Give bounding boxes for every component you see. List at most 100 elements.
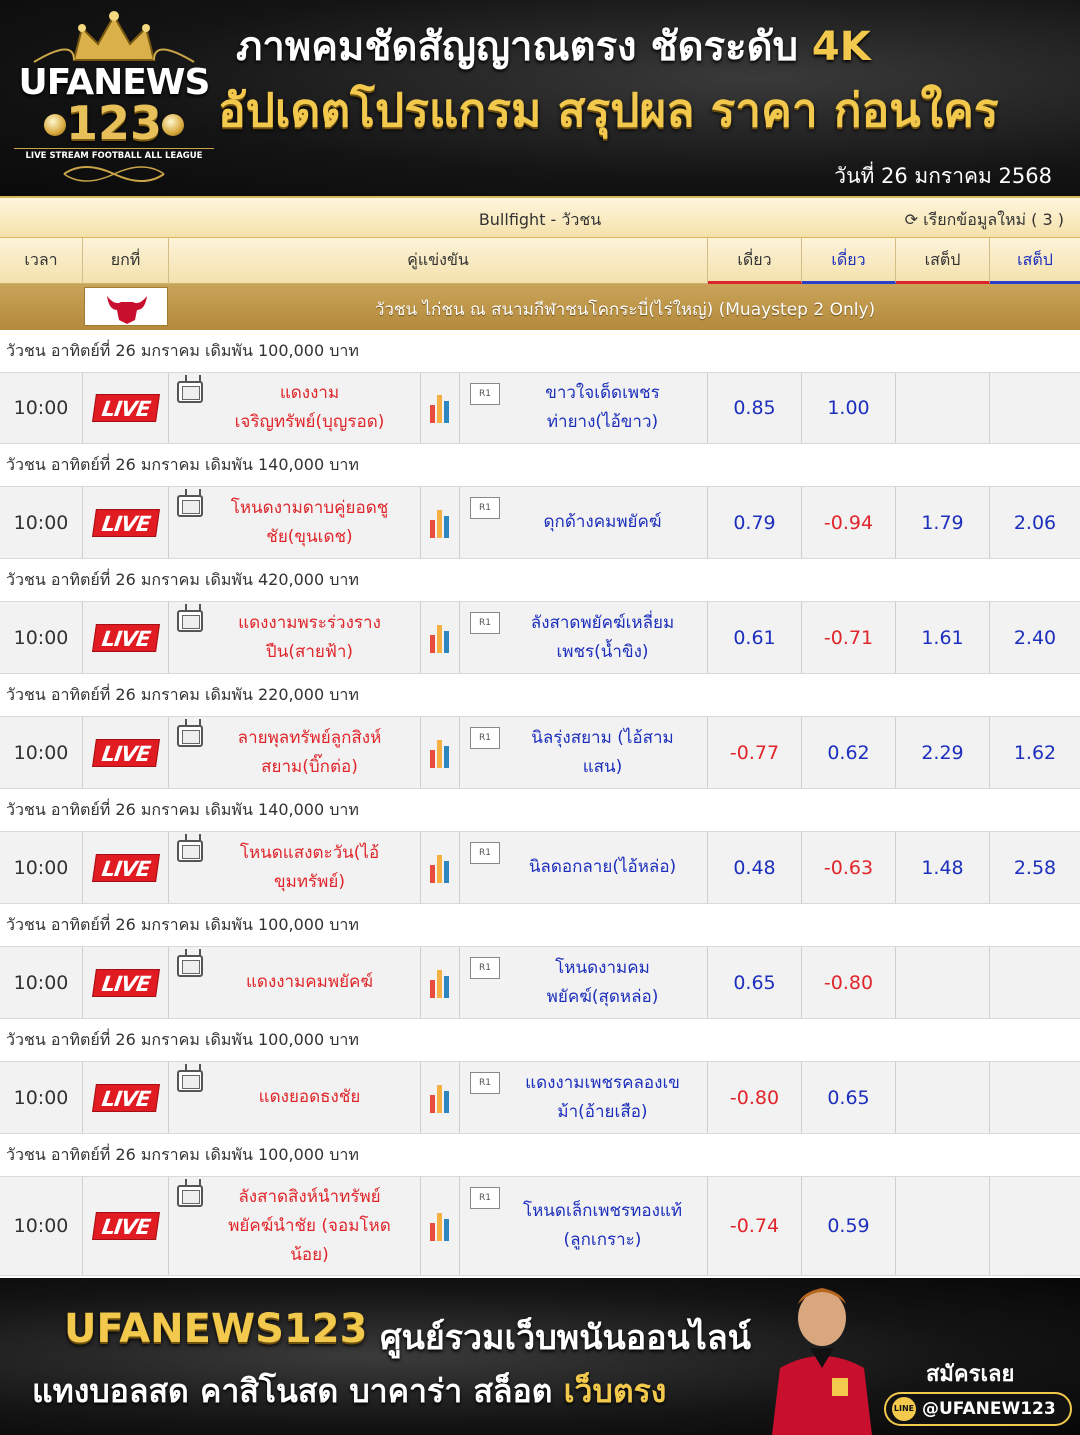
home-team-name[interactable]: แดงงามคมพยัคฆ์ bbox=[207, 947, 412, 1018]
odds-single-2[interactable]: -0.63 bbox=[802, 832, 896, 903]
odds-single-2[interactable]: -0.71 bbox=[802, 602, 896, 673]
live-button[interactable]: LIVE bbox=[91, 394, 160, 422]
site-logo[interactable]: UFANEWS 123 LIVE STREAM FOOTBALL ALL LEA… bbox=[14, 8, 214, 188]
stats-cell bbox=[421, 373, 460, 443]
table-title-bar: Bullfight - วัวชน ⟳ เรียกข้อมูลใหม่ ( 3 … bbox=[0, 196, 1080, 238]
odds-step-1[interactable] bbox=[896, 947, 990, 1018]
stats-bar bbox=[437, 1084, 442, 1113]
stats-cell bbox=[421, 1062, 460, 1133]
r1-icon[interactable]: R1 bbox=[470, 383, 500, 405]
stats-chart-icon[interactable] bbox=[430, 738, 450, 768]
logo-number: 123 bbox=[65, 96, 163, 150]
home-team-name[interactable]: ลายพุลทรัพย์ลูกสิงห์ สยาม(บิ๊กต่อ) bbox=[207, 717, 412, 788]
odds-single-2[interactable]: 0.65 bbox=[802, 1062, 896, 1133]
away-team-name[interactable]: แดงงามเพชรคลองเข ม้า(อ้ายเสือ) bbox=[506, 1062, 699, 1133]
line-contact-button[interactable]: LINE @UFANEW123 bbox=[884, 1392, 1072, 1426]
bet-date-label: วัวชน อาทิตย์ที่ 26 มกราคม เดิมพัน 100,0… bbox=[0, 330, 1080, 372]
stats-bar bbox=[430, 1094, 435, 1113]
stats-chart-icon[interactable] bbox=[430, 508, 450, 538]
tv-icon[interactable] bbox=[177, 725, 203, 747]
home-team-name[interactable]: แดงงามพระร่วงราง ปืน(สายฟ้า) bbox=[207, 602, 412, 673]
odds-single-1[interactable]: -0.74 bbox=[708, 1177, 802, 1275]
r1-icon[interactable]: R1 bbox=[470, 1187, 500, 1209]
stats-chart-icon[interactable] bbox=[430, 393, 450, 423]
odds-step-1[interactable]: 1.79 bbox=[896, 487, 990, 558]
stats-bar bbox=[437, 739, 442, 768]
odds-step-2[interactable]: 2.58 bbox=[990, 832, 1080, 903]
home-team-name[interactable]: โหนดแสงตะวัน(ไอ้ ขุมทรัพย์) bbox=[207, 832, 412, 903]
odds-step-2[interactable] bbox=[990, 1177, 1080, 1275]
home-team-name[interactable]: โหนดงามดาบคู่ยอดชู ชัย(ขุนเดช) bbox=[207, 487, 412, 558]
odds-single-2[interactable]: 0.59 bbox=[802, 1177, 896, 1275]
tv-icon[interactable] bbox=[177, 1070, 203, 1092]
tv-icon[interactable] bbox=[177, 1185, 203, 1207]
odds-single-2[interactable]: -0.80 bbox=[802, 947, 896, 1018]
odds-single-2[interactable]: 0.62 bbox=[802, 717, 896, 788]
odds-step-1[interactable] bbox=[896, 373, 990, 443]
r1-icon[interactable]: R1 bbox=[470, 727, 500, 749]
odds-single-1[interactable]: 0.61 bbox=[708, 602, 802, 673]
stats-chart-icon[interactable] bbox=[430, 853, 450, 883]
odds-step-2[interactable]: 1.62 bbox=[990, 717, 1080, 788]
live-button[interactable]: LIVE bbox=[91, 738, 160, 767]
bet-date-label: วัวชน อาทิตย์ที่ 26 มกราคม เดิมพัน 420,0… bbox=[0, 559, 1080, 601]
home-team-cell: โหนดงามดาบคู่ยอดชู ชัย(ขุนเดช) bbox=[169, 487, 421, 558]
stats-chart-icon[interactable] bbox=[430, 968, 450, 998]
tv-icon[interactable] bbox=[177, 840, 203, 862]
odds-step-2[interactable]: 2.06 bbox=[990, 487, 1080, 558]
live-button[interactable]: LIVE bbox=[91, 508, 160, 537]
odds-step-1[interactable]: 2.29 bbox=[896, 717, 990, 788]
odds-single-1[interactable]: 0.48 bbox=[708, 832, 802, 903]
odds-step-1[interactable] bbox=[896, 1062, 990, 1133]
away-team-name[interactable]: นิลรุ่งสยาม (ไอ้สาม แสน) bbox=[506, 717, 699, 788]
odds-step-2[interactable] bbox=[990, 373, 1080, 443]
stats-chart-icon[interactable] bbox=[430, 1083, 450, 1113]
away-team-name[interactable]: นิลดอกลาย(ไอ้หล่อ) bbox=[506, 832, 699, 903]
odds-single-2[interactable]: 1.00 bbox=[802, 373, 896, 443]
odds-step-2[interactable] bbox=[990, 947, 1080, 1018]
stats-chart-icon[interactable] bbox=[430, 1211, 450, 1241]
odds-step-2[interactable] bbox=[990, 1062, 1080, 1133]
home-team-name[interactable]: แดงยอดธงชัย bbox=[207, 1062, 412, 1133]
stats-bar bbox=[430, 864, 435, 883]
odds-step-2[interactable]: 2.40 bbox=[990, 602, 1080, 673]
tv-icon[interactable] bbox=[177, 495, 203, 517]
live-button[interactable]: LIVE bbox=[91, 623, 160, 652]
odds-single-1[interactable]: -0.80 bbox=[708, 1062, 802, 1133]
stats-cell bbox=[421, 832, 460, 903]
odds-single-1[interactable]: -0.77 bbox=[708, 717, 802, 788]
away-team-name[interactable]: ลังสาดพยัคฆ์เหลี่ยม เพชร(น้ำขิง) bbox=[506, 602, 699, 673]
stats-cell bbox=[421, 947, 460, 1018]
refresh-button[interactable]: ⟳ เรียกข้อมูลใหม่ ( 3 ) bbox=[905, 208, 1064, 233]
col-odds-single-2: เดี่ยว bbox=[802, 238, 896, 284]
r1-icon[interactable]: R1 bbox=[470, 497, 500, 519]
away-team-name[interactable]: ขาวใจเด็ดเพชร ท่ายาง(ไอ้ขาว) bbox=[506, 373, 699, 443]
odds-single-1[interactable]: 0.65 bbox=[708, 947, 802, 1018]
r1-icon[interactable]: R1 bbox=[470, 957, 500, 979]
home-team-name[interactable]: ลังสาดสิงห์นำทรัพย์ พยัคฆ์นำชัย (จอมโหด … bbox=[207, 1177, 412, 1275]
tv-icon[interactable] bbox=[177, 610, 203, 632]
stats-chart-icon[interactable] bbox=[430, 623, 450, 653]
away-team-name[interactable]: โหนดงามคม พยัคฆ์(สุดหล่อ) bbox=[506, 947, 699, 1018]
r1-icon[interactable]: R1 bbox=[470, 842, 500, 864]
odds-single-2[interactable]: -0.94 bbox=[802, 487, 896, 558]
home-team-name[interactable]: แดงงาม เจริญทรัพย์(บุญรอด) bbox=[207, 373, 412, 443]
live-button[interactable]: LIVE bbox=[91, 968, 160, 997]
r1-icon[interactable]: R1 bbox=[470, 1072, 500, 1094]
live-button[interactable]: LIVE bbox=[91, 1212, 160, 1240]
bull-icon bbox=[84, 287, 168, 326]
stats-bar bbox=[430, 1223, 435, 1241]
live-button[interactable]: LIVE bbox=[91, 853, 160, 882]
odds-step-1[interactable]: 1.48 bbox=[896, 832, 990, 903]
odds-step-1[interactable] bbox=[896, 1177, 990, 1275]
tv-icon[interactable] bbox=[177, 955, 203, 977]
odds-single-1[interactable]: 0.79 bbox=[708, 487, 802, 558]
r1-icon[interactable]: R1 bbox=[470, 612, 500, 634]
tv-icon[interactable] bbox=[177, 381, 203, 403]
odds-step-1[interactable]: 1.61 bbox=[896, 602, 990, 673]
live-button[interactable]: LIVE bbox=[91, 1083, 160, 1112]
away-team-name[interactable]: โหนดเล็กเพชรทองแท้ (ลูกเกราะ) bbox=[506, 1177, 699, 1275]
odds-single-1[interactable]: 0.85 bbox=[708, 373, 802, 443]
away-team-name[interactable]: ดุกด้างคมพยัคฆ์ bbox=[506, 487, 699, 558]
away-team-cell: R1 ดุกด้างคมพยัคฆ์ bbox=[460, 487, 708, 558]
